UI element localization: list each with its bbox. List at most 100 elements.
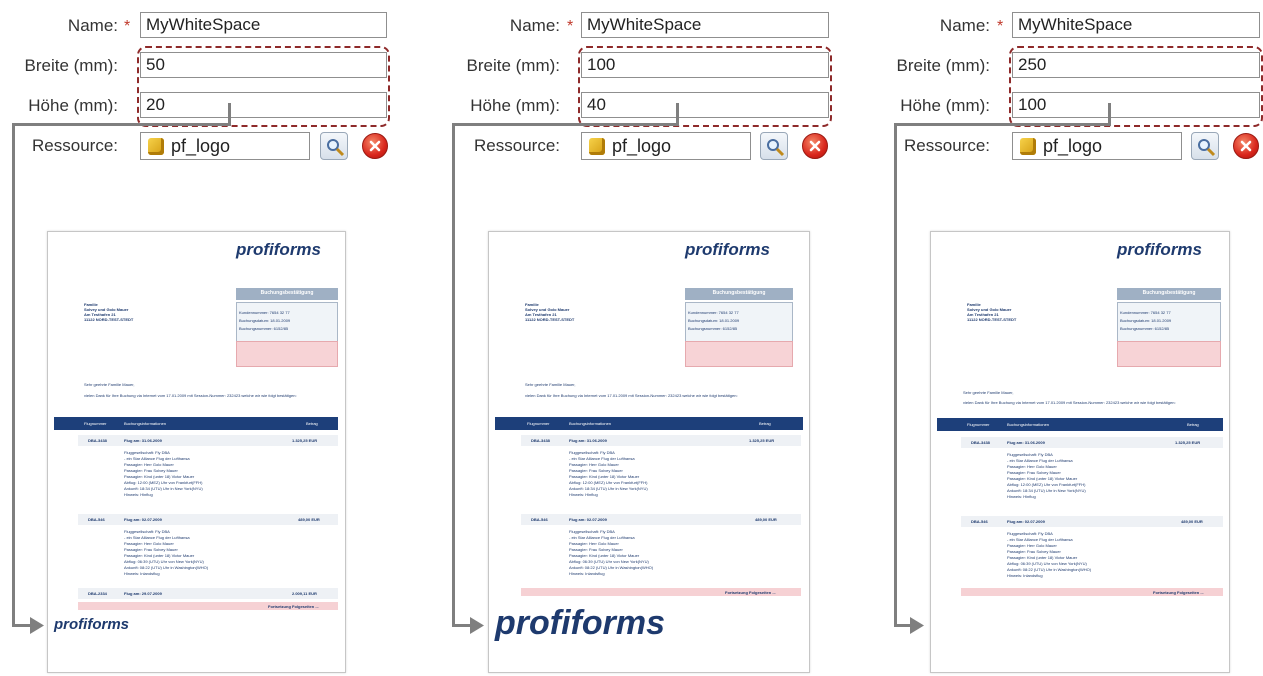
flight-detail: Abflug: 12:00 (MEZ) Uhr von Frankfurt(FF…: [1007, 482, 1086, 487]
resource-value: pf_logo: [1043, 136, 1103, 156]
greeting: Sehr geehrte Familie Mauer,: [963, 390, 1014, 395]
flight-detail: Passagier: Frau Solvey Mauer: [569, 468, 623, 473]
flight-number: DBA-546: [971, 519, 988, 524]
connector-line: [452, 123, 455, 627]
flight-detail: Passagier: Frau Solvey Mauer: [1007, 549, 1061, 554]
flight-detail: Hinweis: Inlandsflug: [124, 571, 160, 576]
flight-detail: Abflug: 12:00 (MEZ) Uhr von Frankfurt(FF…: [124, 480, 203, 485]
name-label: Name:: [67, 16, 118, 35]
breite-field[interactable]: 50: [140, 52, 387, 78]
flight-detail: Passagier: Herr Golo Mauer: [124, 541, 174, 546]
address-line: 11122 NORD-TEST-STEDT: [525, 317, 575, 322]
hoehe-field[interactable]: 40: [581, 92, 829, 118]
booking-info: Kundennummer: 7654 32 77: [239, 310, 290, 315]
flight-detail: Fluggesellschaft: Fly DBA: [124, 450, 170, 455]
flight-title: Flug am: 31.06.2009: [569, 438, 607, 443]
connector-line: [676, 103, 679, 125]
header-betrag: Betrag: [759, 421, 771, 426]
flight-detail: Abflug: 12:00 (MEZ) Uhr von Frankfurt(FF…: [569, 480, 648, 485]
arrow-head-icon: [910, 617, 924, 634]
header-flugnummer: Flugnummer: [84, 421, 107, 426]
flight-detail: Passagier: Herr Golo Mauer: [124, 462, 174, 467]
flight-detail: - ein Star Alliance Flug der Lufthansa: [569, 535, 635, 540]
flight-amount: 1.325,25 EUR: [1175, 440, 1201, 445]
flight-amount: 2.009,11 EUR: [292, 591, 317, 596]
flight-amount: 489,00 EUR: [755, 517, 777, 522]
flight-detail: Ankunft: 08:22 (UTU) Uhr in Washington(W…: [1007, 567, 1092, 572]
document-preview: profiforms Familie Solvey und Golo Mauer…: [930, 231, 1230, 673]
search-button[interactable]: [320, 132, 348, 160]
flight-amount: 489,00 EUR: [298, 517, 320, 522]
name-field[interactable]: MyWhiteSpace: [140, 12, 387, 38]
resource-field[interactable]: pf_logo: [1012, 132, 1182, 160]
intro-text: vielen Dank für Ihre Buchung via Interne…: [963, 400, 1176, 405]
intro-text: vielen Dank für Ihre Buchung via Interne…: [525, 393, 738, 398]
flight-detail: - ein Star Alliance Flug der Lufthansa: [569, 456, 635, 461]
flight-detail: Abflug: 06:39 (UTU) Uhr von New York(NYU…: [569, 559, 649, 564]
flight-number: DBA-3438: [88, 438, 107, 443]
flight-detail: Passagier: Kind (unter 18) Victor Mauer: [124, 474, 195, 479]
continuation-text: Fortsetzung Folgeseiten ...: [725, 590, 776, 595]
header-betrag: Betrag: [306, 421, 318, 426]
config-panel-1: Name: * MyWhiteSpace Breite (mm): 50 Höh…: [0, 0, 400, 676]
delete-x-icon: [1240, 140, 1252, 152]
flight-detail: Passagier: Frau Solvey Mauer: [124, 468, 178, 473]
connector-line: [894, 123, 897, 627]
flight-detail: - ein Star Alliance Flug der Lufthansa: [124, 535, 190, 540]
magnifier-icon: [1198, 139, 1216, 157]
cube-icon: [589, 138, 605, 155]
flight-detail: - ein Star Alliance Flug der Lufthansa: [1007, 458, 1073, 463]
hoehe-field[interactable]: 100: [1012, 92, 1260, 118]
cube-icon: [148, 138, 164, 155]
search-button[interactable]: [1191, 132, 1219, 160]
flight-detail: Hinweis: Inlandsflug: [1007, 573, 1043, 578]
name-field[interactable]: MyWhiteSpace: [1012, 12, 1260, 38]
document-preview: profiforms Familie Solvey und Golo Mauer…: [47, 231, 346, 673]
flight-title: Flug am: 31.06.2009: [124, 438, 162, 443]
flight-detail: Abflug: 06:39 (UTU) Uhr von New York(NYU…: [1007, 561, 1087, 566]
flight-number: DBA-3438: [971, 440, 990, 445]
flight-amount: 1.325,25 EUR: [749, 438, 775, 443]
resource-field[interactable]: pf_logo: [581, 132, 751, 160]
resource-value: pf_logo: [612, 136, 672, 156]
delete-button[interactable]: [362, 133, 388, 159]
flight-detail: Ankunft: 18:34 (UTU) Uhr in New York(NYU…: [569, 486, 648, 491]
breite-field[interactable]: 100: [581, 52, 829, 78]
resource-field[interactable]: pf_logo: [140, 132, 310, 160]
flight-title: Flug am: 02.07.2009: [569, 517, 607, 522]
delete-button[interactable]: [1233, 133, 1259, 159]
resource-value: pf_logo: [171, 136, 231, 156]
arrow-head-icon: [470, 617, 484, 634]
flight-amount: 1.325,25 EUR: [292, 438, 318, 443]
name-field[interactable]: MyWhiteSpace: [581, 12, 829, 38]
flight-detail: Passagier: Kind (unter 18) Victor Mauer: [1007, 555, 1078, 560]
flight-detail: Hinweis: Inlandsflug: [569, 571, 605, 576]
flight-detail: Passagier: Frau Solvey Mauer: [124, 547, 178, 552]
flight-detail: Ankunft: 18:34 (UTU) Uhr in New York(NYU…: [1007, 488, 1086, 493]
continuation-text: Fortsetzung Folgeseiten ...: [1153, 590, 1204, 595]
header-flugnummer: Flugnummer: [967, 422, 990, 427]
name-label: Name:: [939, 16, 990, 35]
header-buchungsinfo: Buchungsinformationen: [1007, 422, 1050, 427]
hoehe-field[interactable]: 20: [140, 92, 387, 118]
flight-detail: Ankunft: 08:22 (UTU) Uhr in Washington(W…: [124, 565, 209, 570]
flight-detail: Fluggesellschaft: Fly DBA: [1007, 531, 1053, 536]
flight-detail: Passagier: Kind (unter 18) Victor Mauer: [569, 553, 640, 558]
flight-detail: Passagier: Kind (unter 18) Victor Mauer: [569, 474, 640, 479]
flight-detail: - ein Star Alliance Flug der Lufthansa: [1007, 537, 1073, 542]
flight-number: DBA-2334: [88, 591, 107, 596]
search-button[interactable]: [760, 132, 788, 160]
required-marker: *: [567, 18, 574, 35]
hoehe-label: Höhe (mm):: [470, 96, 560, 115]
flight-number: DBA-546: [531, 517, 548, 522]
header-buchungsinfo: Buchungsinformationen: [124, 421, 167, 426]
booking-info: Buchungsdatum: 18.01.2009: [239, 318, 291, 323]
flight-detail: Fluggesellschaft: Fly DBA: [1007, 452, 1053, 457]
breite-field[interactable]: 250: [1012, 52, 1260, 78]
flight-detail: Passagier: Frau Solvey Mauer: [1007, 470, 1061, 475]
flight-detail: Passagier: Kind (unter 18) Victor Mauer: [1007, 476, 1078, 481]
delete-button[interactable]: [802, 133, 828, 159]
connector-line: [452, 123, 679, 126]
booking-info: Buchungsdatum: 18.01.2009: [688, 318, 740, 323]
flight-detail: Abflug: 06:39 (UTU) Uhr von New York(NYU…: [124, 559, 204, 564]
